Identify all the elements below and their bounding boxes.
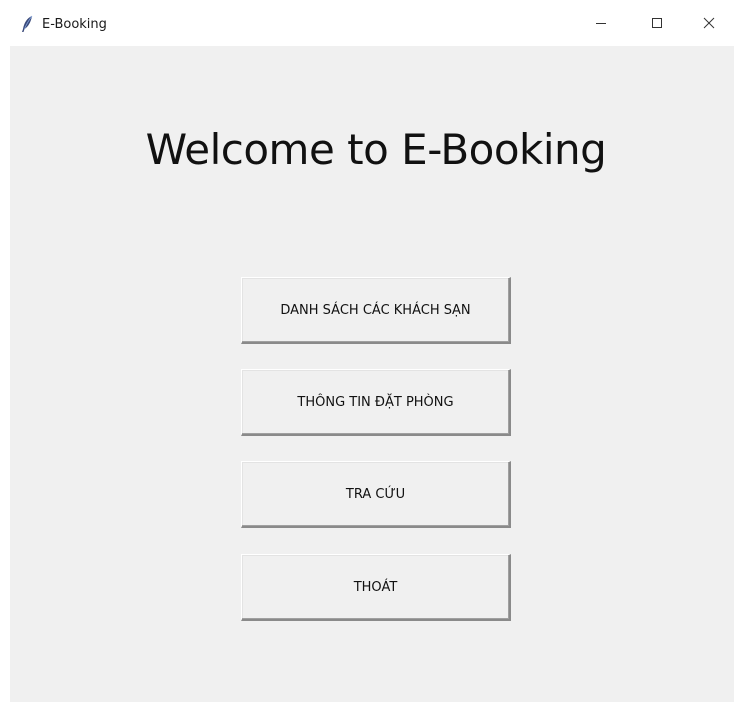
close-icon [703,14,715,33]
maximize-button[interactable] [628,0,686,46]
hotel-list-button[interactable]: DANH SÁCH CÁC KHÁCH SẠN [241,277,511,344]
close-button[interactable] [684,0,734,46]
exit-button[interactable]: THOÁT [241,554,511,621]
title-bar[interactable]: E-Booking [0,0,734,46]
booking-info-button[interactable]: THÔNG TIN ĐẶT PHÒNG [241,369,511,436]
maximize-icon [651,14,663,33]
client-area: Welcome to E-Booking DANH SÁCH CÁC KHÁCH… [10,46,734,702]
app-window: E-Booking Welcome to E-Booking DANH SÁCH… [0,0,734,702]
minimize-button[interactable] [572,0,630,46]
feather-icon [20,15,34,33]
welcome-heading: Welcome to E-Booking [145,125,607,174]
minimize-icon [595,14,607,33]
window-title: E-Booking [42,17,107,32]
lookup-button[interactable]: TRA CỨU [241,461,511,528]
